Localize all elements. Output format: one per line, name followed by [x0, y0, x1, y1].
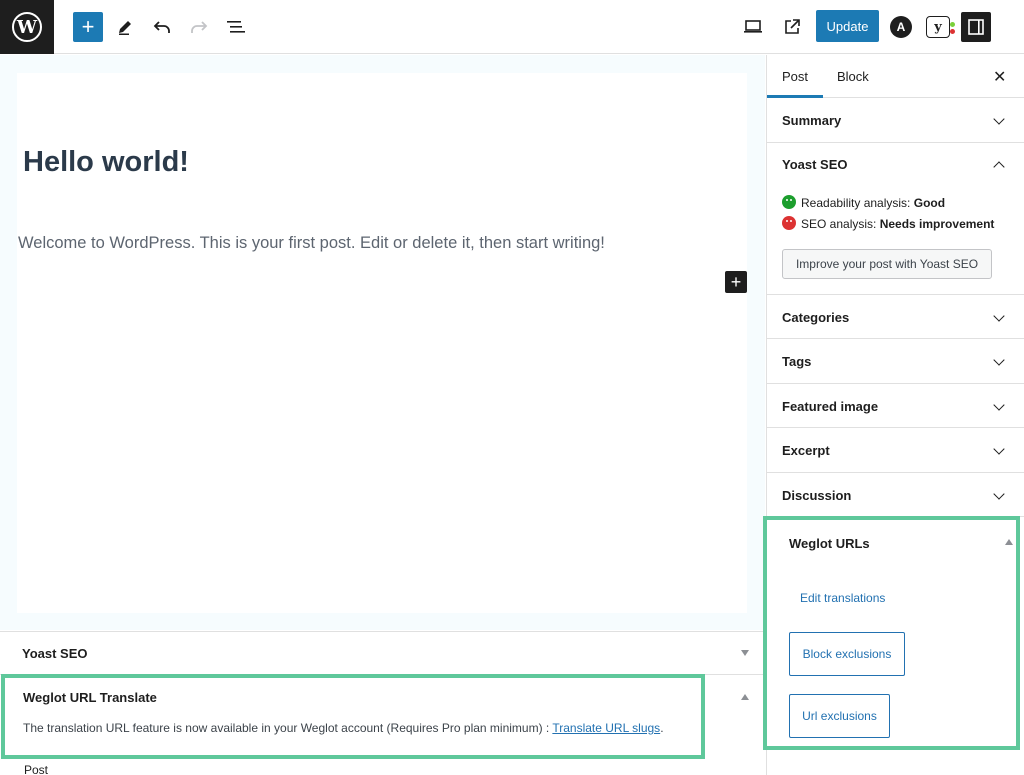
settings-sidebar-toggle[interactable] [961, 12, 991, 42]
add-block-button[interactable]: + [73, 12, 103, 42]
weglot-message-text: The translation URL feature is now avail… [23, 721, 553, 735]
readability-value: Good [913, 196, 946, 210]
sidebar-tabs: Post Block ✕ [767, 55, 1024, 98]
inline-add-block-button[interactable]: + [725, 271, 747, 293]
update-button[interactable]: Update [816, 10, 879, 42]
panel-categories[interactable]: Categories [767, 295, 1024, 339]
yoast-red-dot [950, 29, 955, 34]
url-exclusions-button[interactable]: Url exclusions [789, 694, 890, 738]
weglot-metabox-title: Weglot URL Translate [23, 690, 157, 705]
wordpress-logo-button[interactable]: W [0, 0, 54, 54]
weglot-url-translate-metabox: Weglot URL Translate The translation URL… [1, 674, 749, 759]
panel-yoast-title[interactable]: Yoast SEO [782, 157, 848, 172]
editor-toolbar: W + Update A y [0, 0, 1024, 54]
yoast-metabox-title: Yoast SEO [22, 646, 88, 661]
readability-analysis: Readability analysis: Good [782, 195, 945, 210]
sidebar-toggle-icon [968, 19, 984, 35]
improve-with-yoast-button[interactable]: Improve your post with Yoast SEO [782, 249, 992, 279]
chevron-down-icon [993, 354, 1005, 366]
block-breadcrumb[interactable]: Post [24, 763, 48, 775]
chevron-down-icon [993, 113, 1005, 125]
chevron-down-icon [993, 310, 1005, 322]
panel-tags[interactable]: Tags [767, 339, 1024, 384]
yoast-icon: y [926, 16, 955, 38]
seo-label: SEO analysis: [801, 217, 880, 231]
chevron-down-icon [993, 399, 1005, 411]
smiley-bad-icon [782, 216, 796, 230]
yoast-glyph: y [934, 19, 942, 35]
weglot-urls-panel: Weglot URLs Edit translations Block excl… [763, 516, 1020, 750]
block-exclusions-button[interactable]: Block exclusions [789, 632, 905, 676]
chevron-down-icon [993, 443, 1005, 455]
weglot-message: The translation URL feature is now avail… [23, 721, 664, 735]
weglot-urls-title: Weglot URLs [789, 536, 870, 551]
panel-summary[interactable]: Summary [767, 99, 1024, 143]
chevron-down-icon [993, 488, 1005, 500]
redo-icon[interactable] [187, 11, 211, 43]
desktop-preview-icon[interactable] [741, 11, 765, 43]
expand-triangle-icon[interactable] [741, 694, 749, 700]
astra-settings-button[interactable]: A [888, 11, 914, 43]
post-title[interactable]: Hello world! [23, 146, 189, 179]
chevron-up-icon[interactable] [993, 161, 1005, 173]
paragraph-block[interactable]: Welcome to WordPress. This is your first… [18, 234, 605, 253]
astra-icon: A [890, 16, 912, 38]
pencil-icon[interactable] [114, 11, 136, 43]
panel-excerpt[interactable]: Excerpt [767, 428, 1024, 473]
translate-url-slugs-link[interactable]: Translate URL slugs [552, 721, 660, 735]
yoast-sidebar-button[interactable]: y [924, 11, 955, 43]
panel-categories-title: Categories [782, 310, 850, 325]
panel-tags-title: Tags [782, 354, 812, 369]
seo-analysis: SEO analysis: Needs improvement [782, 216, 994, 231]
panel-featured-image[interactable]: Featured image [767, 384, 1024, 428]
edit-translations-link[interactable]: Edit translations [800, 591, 885, 605]
panel-yoast-seo: Yoast SEO Readability analysis: Good SEO… [767, 143, 1024, 295]
wordpress-logo-icon: W [12, 12, 42, 42]
panel-discussion[interactable]: Discussion [767, 473, 1024, 517]
collapse-triangle-icon[interactable] [1005, 539, 1013, 545]
panel-featured-image-title: Featured image [782, 399, 879, 414]
weglot-message-suffix: . [660, 721, 664, 735]
undo-icon[interactable] [150, 11, 174, 43]
panel-excerpt-title: Excerpt [782, 443, 830, 458]
panel-discussion-title: Discussion [782, 488, 852, 503]
active-tab-indicator [767, 95, 823, 98]
close-icon[interactable]: ✕ [993, 67, 1006, 87]
collapse-triangle-icon[interactable] [741, 650, 749, 656]
readability-label: Readability analysis: [801, 196, 914, 210]
panel-summary-title: Summary [782, 113, 842, 128]
yoast-green-dot [950, 22, 955, 27]
tab-post[interactable]: Post [782, 69, 808, 84]
seo-value: Needs improvement [879, 217, 995, 231]
yoast-seo-metabox[interactable]: Yoast SEO [0, 631, 765, 675]
smiley-good-icon [782, 195, 796, 209]
list-view-icon[interactable] [224, 11, 248, 43]
tab-block[interactable]: Block [837, 69, 869, 84]
external-preview-icon[interactable] [780, 11, 804, 43]
